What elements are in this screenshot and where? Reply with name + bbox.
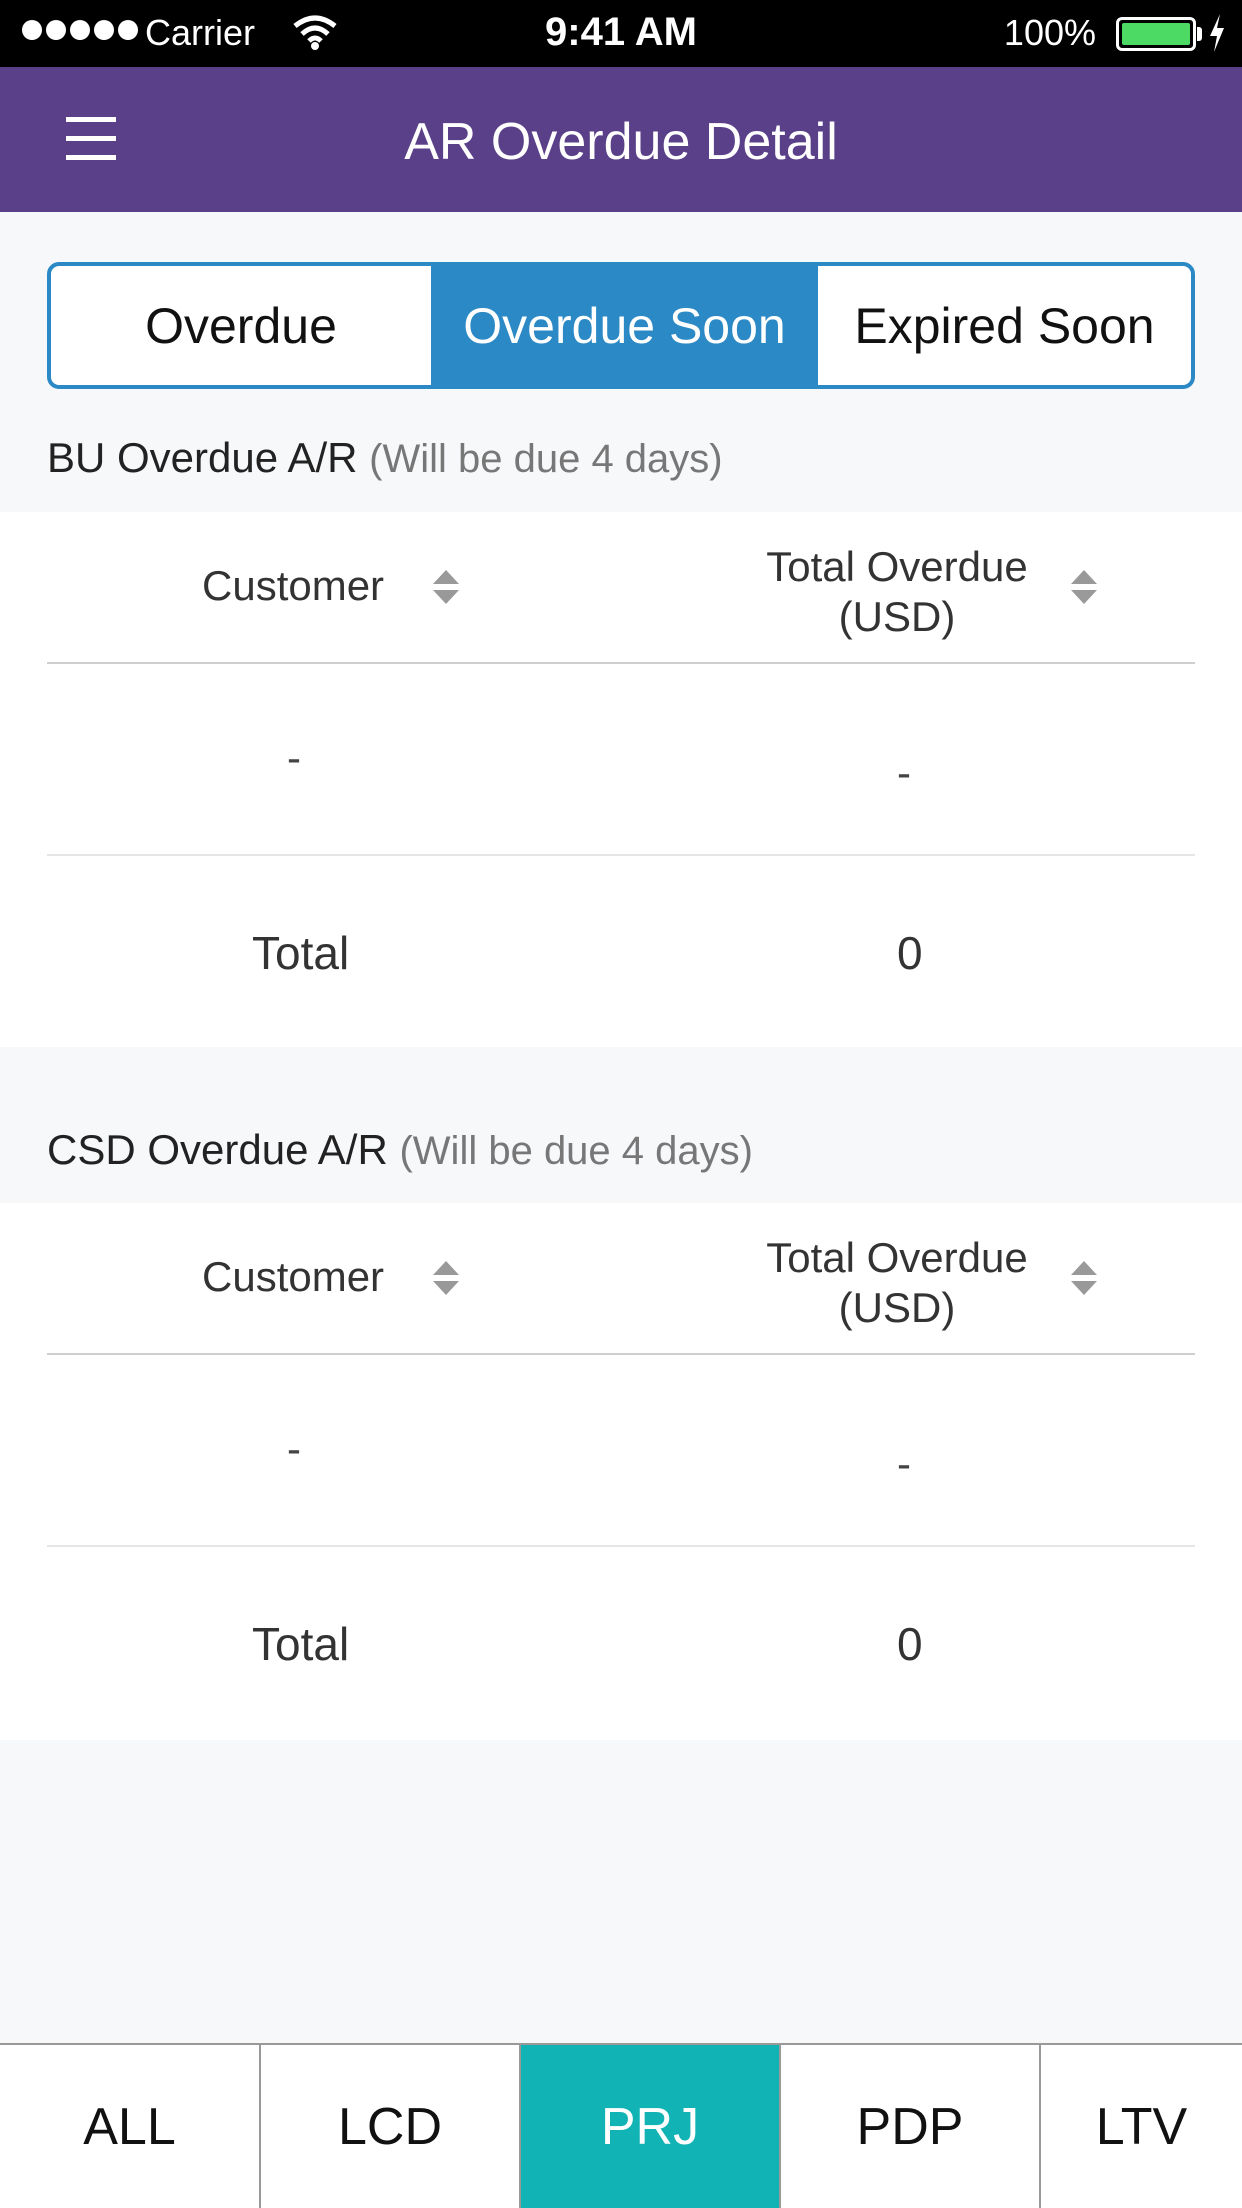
section-title-text: BU Overdue A/R (47, 434, 358, 481)
cell-total-overdue: - (897, 1440, 911, 1487)
section-title-bu: BU Overdue A/R (Will be due 4 days) (47, 434, 723, 482)
charging-bolt-icon (1210, 14, 1224, 52)
sort-icon[interactable] (1071, 570, 1097, 606)
column-header-customer[interactable]: Customer (202, 1253, 384, 1301)
total-value: 0 (897, 927, 923, 979)
tab-ltv[interactable]: LTV (1041, 2045, 1242, 2208)
cell-customer: - (287, 1425, 301, 1472)
column-header-total-overdue[interactable]: Total Overdue (USD) (747, 542, 1047, 642)
table-total-row: Total 0 (47, 1547, 1195, 1737)
cell-customer: - (287, 734, 301, 781)
column-header-total-overdue[interactable]: Total Overdue (USD) (747, 1233, 1047, 1333)
total-label: Total (252, 1618, 350, 1670)
tab-prj[interactable]: PRJ (521, 2045, 781, 2208)
segment-expired-soon[interactable]: Expired Soon (818, 266, 1191, 385)
table-header: Customer Total Overdue (USD) (47, 512, 1195, 664)
bottom-tab-bar: ALL LCD PRJ PDP LTV (0, 2043, 1242, 2208)
column-header-customer[interactable]: Customer (202, 562, 384, 610)
segment-overdue[interactable]: Overdue (51, 266, 431, 385)
table-row: - - (47, 664, 1195, 856)
sort-icon[interactable] (1071, 1261, 1097, 1297)
csd-overdue-table: Customer Total Overdue (USD) - - Total 0 (0, 1203, 1242, 1740)
page-title: AR Overdue Detail (404, 113, 838, 171)
status-bar: Carrier 9:41 AM 100% (0, 0, 1242, 67)
segment-overdue-soon[interactable]: Overdue Soon (431, 266, 818, 385)
status-segmented-control: Overdue Overdue Soon Expired Soon (47, 262, 1195, 389)
battery-cap (1197, 27, 1202, 41)
total-label: Total (252, 927, 350, 979)
table-header: Customer Total Overdue (USD) (47, 1203, 1195, 1355)
section-title-csd: CSD Overdue A/R (Will be due 4 days) (47, 1126, 753, 1174)
section-subtitle: (Will be due 4 days) (399, 1129, 753, 1173)
table-total-row: Total 0 (47, 856, 1195, 1046)
cell-total-overdue: - (897, 749, 911, 796)
tab-all[interactable]: ALL (0, 2045, 261, 2208)
nav-bar: AR Overdue Detail (0, 67, 1242, 212)
total-value: 0 (897, 1618, 923, 1670)
sort-icon[interactable] (433, 1261, 459, 1297)
section-title-text: CSD Overdue A/R (47, 1126, 388, 1173)
tab-lcd[interactable]: LCD (261, 2045, 521, 2208)
battery-icon (1116, 17, 1196, 51)
tab-pdp[interactable]: PDP (781, 2045, 1041, 2208)
section-subtitle: (Will be due 4 days) (369, 437, 723, 481)
battery-percentage: 100% (1003, 12, 1096, 53)
table-row: - - (47, 1355, 1195, 1547)
bu-overdue-table: Customer Total Overdue (USD) - - Total 0 (0, 512, 1242, 1047)
sort-icon[interactable] (433, 570, 459, 606)
